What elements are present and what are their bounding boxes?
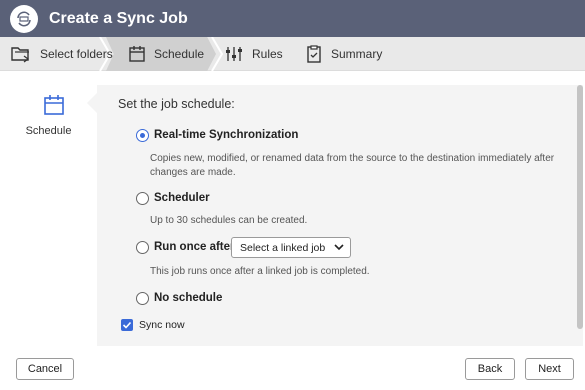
calendar-icon xyxy=(44,95,64,115)
no-schedule-label[interactable]: No schedule xyxy=(154,292,222,304)
scheduler-label[interactable]: Scheduler xyxy=(154,192,210,204)
run-once-radio[interactable] xyxy=(136,241,149,254)
run-once-desc: This job runs once after a linked job is… xyxy=(150,266,370,277)
sliders-icon xyxy=(226,47,242,61)
schedule-heading: Set the job schedule: xyxy=(118,97,235,111)
step-separator xyxy=(211,37,223,71)
scheduler-desc: Up to 30 schedules can be created. xyxy=(150,215,308,226)
left-nav: Schedule xyxy=(0,71,97,346)
next-button[interactable]: Next xyxy=(525,358,574,380)
linked-job-select-value: Select a linked job xyxy=(240,241,326,254)
scheduler-radio[interactable] xyxy=(136,192,149,205)
step-rules[interactable]: Rules xyxy=(224,37,283,71)
clipboard-icon xyxy=(307,45,321,63)
step-label: Select folders xyxy=(40,47,113,61)
back-button[interactable]: Back xyxy=(465,358,515,380)
step-summary[interactable]: Summary xyxy=(305,37,382,71)
sync-icon xyxy=(10,4,38,33)
calendar-icon xyxy=(129,46,145,62)
cancel-button[interactable]: Cancel xyxy=(16,358,74,380)
sidebar-item-schedule[interactable]: Schedule xyxy=(0,125,97,137)
step-label: Summary xyxy=(331,47,383,61)
realtime-desc-line2: changes are made. xyxy=(150,167,236,178)
folders-icon xyxy=(11,47,29,63)
step-label: Rules xyxy=(252,47,283,61)
wizard-steps: Select folders Schedule Rules Summary xyxy=(0,37,585,71)
step-schedule[interactable]: Schedule xyxy=(128,37,204,71)
linked-job-select[interactable]: Select a linked job xyxy=(231,237,351,258)
checkmark-icon xyxy=(122,321,132,329)
step-select-folders[interactable]: Select folders xyxy=(10,37,113,71)
panel-pointer xyxy=(87,92,98,114)
realtime-label[interactable]: Real-time Synchronization xyxy=(154,129,298,141)
sync-now-label[interactable]: Sync now xyxy=(139,319,185,331)
window-title: Create a Sync Job xyxy=(49,9,188,27)
realtime-desc-line1: Copies new, modified, or renamed data fr… xyxy=(150,153,555,164)
title-bar: Create a Sync Job xyxy=(0,0,585,37)
realtime-radio[interactable] xyxy=(136,129,149,142)
sync-now-checkbox[interactable] xyxy=(121,319,133,331)
chevron-down-icon xyxy=(334,244,344,251)
no-schedule-radio[interactable] xyxy=(136,292,149,305)
step-label: Schedule xyxy=(154,47,205,61)
scrollbar[interactable] xyxy=(577,85,583,329)
run-once-label[interactable]: Run once after: xyxy=(154,241,238,253)
